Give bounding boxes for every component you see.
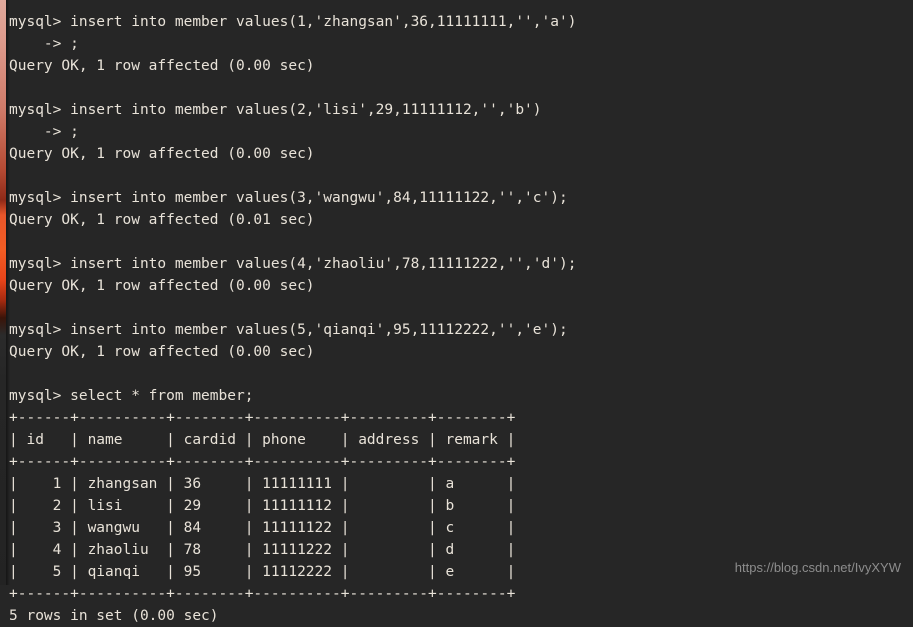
terminal-line: +------+----------+--------+----------+-… (9, 410, 516, 426)
left-edge-gradient-bar (0, 0, 6, 585)
terminal-line: mysql> insert into member values(5,'qian… (9, 322, 568, 338)
terminal-line: mysql> select * from member; (9, 388, 254, 404)
terminal-line: | id | name | cardid | phone | address |… (9, 432, 516, 448)
csdn-watermark: https://blog.csdn.net/IvyXYW (734, 560, 901, 575)
terminal-line: Query OK, 1 row affected (0.00 sec) (9, 146, 315, 162)
terminal-line: Query OK, 1 row affected (0.00 sec) (9, 278, 315, 294)
terminal-line: +------+----------+--------+----------+-… (9, 586, 516, 602)
terminal-line: mysql> insert into member values(4,'zhao… (9, 256, 577, 272)
terminal-line: mysql> insert into member values(1,'zhan… (9, 14, 577, 30)
terminal-line: -> ; (9, 124, 79, 140)
terminal-line: +------+----------+--------+----------+-… (9, 454, 516, 470)
terminal-line: mysql> insert into member values(2,'lisi… (9, 102, 542, 118)
terminal-line: Query OK, 1 row affected (0.01 sec) (9, 212, 315, 228)
terminal-line: | 2 | lisi | 29 | 11111112 | | b | (9, 498, 516, 514)
terminal-line: 5 rows in set (0.00 sec) (9, 608, 219, 624)
terminal-line: | 4 | zhaoliu | 78 | 11111222 | | d | (9, 542, 516, 558)
terminal-line: | 3 | wangwu | 84 | 11111122 | | c | (9, 520, 516, 536)
terminal-line: Query OK, 1 row affected (0.00 sec) (9, 58, 315, 74)
terminal-output-area[interactable]: mysql> insert into member values(1,'zhan… (0, 0, 913, 624)
terminal-line: mysql> insert into member values(3,'wang… (9, 190, 568, 206)
terminal-line: -> ; (9, 36, 79, 52)
mysql-terminal-window: mysql> insert into member values(1,'zhan… (0, 0, 913, 624)
left-edge-shadow (6, 0, 10, 585)
terminal-line: Query OK, 1 row affected (0.00 sec) (9, 344, 315, 360)
terminal-line: | 1 | zhangsan | 36 | 11111111 | | a | (9, 476, 516, 492)
